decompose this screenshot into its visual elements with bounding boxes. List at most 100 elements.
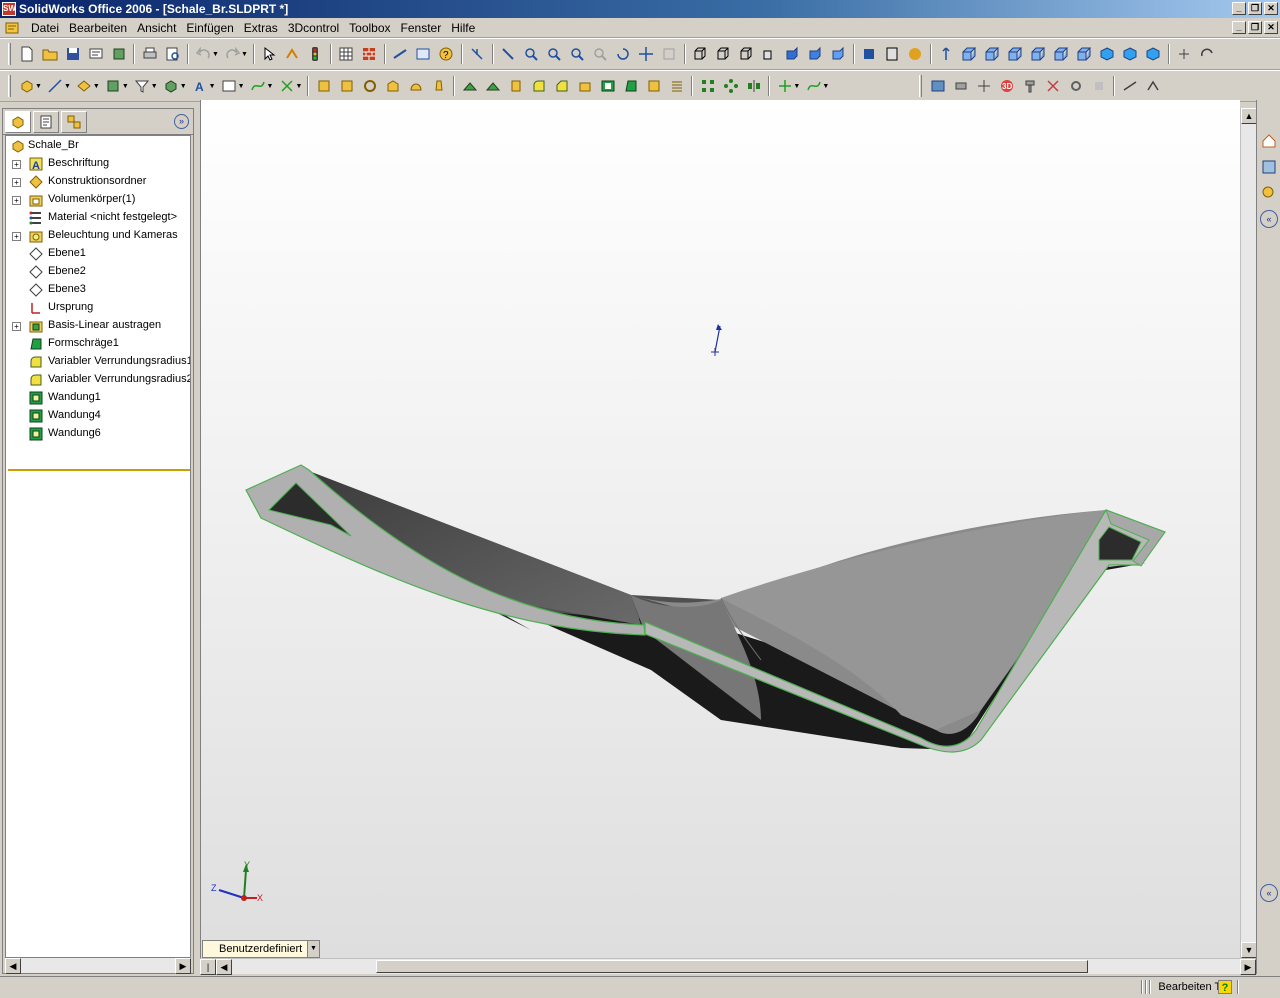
print-preview-magnifier-icon[interactable] [162, 43, 184, 65]
select-other-icon[interactable] [497, 43, 519, 65]
tools-disabled-icon[interactable] [1088, 75, 1110, 97]
print-preview-icon[interactable] [85, 43, 107, 65]
expand-node-icon[interactable]: + [12, 177, 21, 187]
zoom-selection-icon[interactable] [589, 43, 611, 65]
horizontal-scroll-thumb[interactable] [376, 960, 1088, 973]
pan-icon[interactable] [635, 43, 657, 65]
section-view-icon[interactable] [858, 43, 880, 65]
loft-icon[interactable] [382, 75, 404, 97]
scroll-right-button[interactable]: ▶ [1240, 959, 1256, 975]
doc-close-button[interactable]: ✕ [1264, 21, 1278, 34]
cursor-tool-icon[interactable] [1142, 75, 1164, 97]
drawing-tool-icon[interactable] [1119, 75, 1141, 97]
scroll-right-button[interactable]: ▶ [175, 958, 191, 974]
normal-to-icon[interactable] [935, 43, 957, 65]
realview-icon[interactable] [881, 43, 903, 65]
dropdown-icon[interactable]: ▼ [267, 83, 274, 90]
dropdown-icon[interactable]: ▼ [793, 83, 800, 90]
rib-icon[interactable] [574, 75, 596, 97]
new-document-icon[interactable] [16, 43, 38, 65]
help-icon[interactable]: ? [435, 43, 457, 65]
view-left-icon[interactable] [1004, 43, 1026, 65]
view-dimetric-icon[interactable] [1142, 43, 1164, 65]
revolve-boss-icon[interactable] [336, 75, 358, 97]
menu-ansicht[interactable]: Ansicht [132, 21, 181, 35]
scroll-up-button[interactable]: ▲ [1241, 108, 1257, 124]
help-icon[interactable]: ? [1218, 980, 1232, 994]
dome-icon[interactable] [405, 75, 427, 97]
menu-datei[interactable]: Datei [26, 21, 64, 35]
graphics-area[interactable]: Y Z X [200, 100, 1240, 958]
view-back-icon[interactable] [981, 43, 1003, 65]
rebuild-icon[interactable] [281, 43, 303, 65]
hidden-lines-visible-icon[interactable] [712, 43, 734, 65]
menu-bearbeiten[interactable]: Bearbeiten [64, 21, 132, 35]
circular-pattern-icon[interactable] [720, 75, 742, 97]
vertical-scrollbar[interactable]: ▲ ▼ [1240, 108, 1257, 958]
light-icon[interactable] [973, 75, 995, 97]
restore-button[interactable]: ❐ [1248, 2, 1262, 15]
toolbar-grip[interactable] [919, 75, 923, 97]
rollback-bar[interactable] [8, 469, 190, 471]
rotate-arrow-icon[interactable] [1196, 43, 1218, 65]
sketch-point-icon[interactable] [1173, 43, 1195, 65]
dropdown-icon[interactable]: ▼ [93, 83, 100, 90]
sweep-icon[interactable] [359, 75, 381, 97]
filter-select-icon[interactable] [466, 43, 488, 65]
menu-3dcontrol[interactable]: 3Dcontrol [283, 21, 344, 35]
tree-horizontal-scrollbar[interactable]: ◀ ▶ [5, 957, 191, 974]
shadows-icon[interactable] [804, 43, 826, 65]
render-sphere-icon[interactable] [904, 43, 926, 65]
tools-gear-icon[interactable] [1065, 75, 1087, 97]
menu-fenster[interactable]: Fenster [396, 21, 447, 35]
toolbar-grip[interactable] [8, 75, 11, 97]
rotate-view-icon[interactable] [612, 43, 634, 65]
select-arrow-icon[interactable] [258, 43, 280, 65]
undo-dropdown-icon[interactable]: ▼ [212, 51, 219, 58]
linear-pattern-icon[interactable] [697, 75, 719, 97]
toolbox-hammer-icon[interactable] [1019, 75, 1041, 97]
thread-icon[interactable] [666, 75, 688, 97]
menu-extras[interactable]: Extras [239, 21, 283, 35]
properties-icon[interactable] [412, 43, 434, 65]
model-view[interactable] [201, 100, 1240, 958]
dropdown-icon[interactable]: ▼ [209, 83, 216, 90]
menu-einfuegen[interactable]: Einfügen [181, 21, 238, 35]
menu-hilfe[interactable]: Hilfe [446, 21, 480, 35]
traffic-light-icon[interactable] [304, 43, 326, 65]
minimize-button[interactable]: _ [1232, 2, 1246, 15]
home-icon[interactable] [1260, 132, 1278, 150]
view-orientation-tab[interactable]: Benutzerdefiniert ▼ [202, 940, 320, 958]
mirror-icon[interactable] [743, 75, 765, 97]
tab-property-manager[interactable] [33, 110, 59, 133]
bell-shape-icon[interactable] [428, 75, 450, 97]
toolbar-grip[interactable] [8, 43, 11, 65]
expand-node-icon[interactable]: + [12, 321, 21, 331]
doc-restore-button[interactable]: ❐ [1248, 21, 1262, 34]
expand-task-pane-icon[interactable]: « [1260, 884, 1278, 902]
wrap-icon[interactable] [643, 75, 665, 97]
view-trimetric-icon[interactable] [1119, 43, 1141, 65]
tab-feature-manager[interactable] [5, 110, 31, 133]
close-button[interactable]: ✕ [1264, 2, 1278, 15]
assembly-from-part-icon[interactable] [108, 43, 130, 65]
dropdown-icon[interactable]: ▼ [122, 83, 129, 90]
dropdown-icon[interactable]: ▼ [64, 83, 71, 90]
shell-icon[interactable] [597, 75, 619, 97]
view-bottom-icon[interactable] [1073, 43, 1095, 65]
perspective-icon[interactable] [827, 43, 849, 65]
tools-icon[interactable] [1042, 75, 1064, 97]
shaded-with-edges-icon[interactable] [758, 43, 780, 65]
dropdown-icon[interactable]: ▼ [295, 83, 302, 90]
fillet-icon[interactable] [528, 75, 550, 97]
redo-dropdown-icon[interactable]: ▼ [241, 51, 248, 58]
brick-pattern-icon[interactable] [358, 43, 380, 65]
render-scene-icon[interactable] [927, 75, 949, 97]
shaded-icon[interactable] [781, 43, 803, 65]
collapse-task-pane-icon[interactable]: « [1260, 210, 1278, 228]
zoom-in-out-icon[interactable] [566, 43, 588, 65]
dropdown-icon[interactable]: ▼ [822, 83, 829, 90]
dropdown-icon[interactable]: ▼ [151, 83, 158, 90]
revolve-cut-icon[interactable] [482, 75, 504, 97]
chamfer-icon[interactable] [551, 75, 573, 97]
